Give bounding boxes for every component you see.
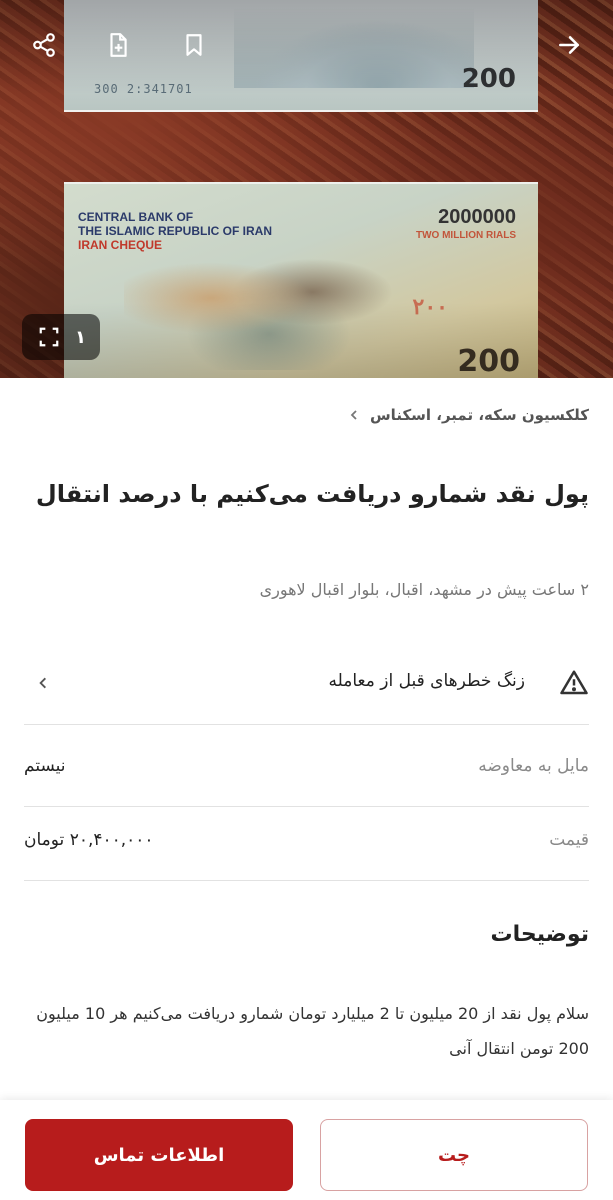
description-title: توضیحات: [490, 922, 589, 947]
banknote-bank-name: CENTRAL BANK OF THE ISLAMIC REPUBLIC OF …: [78, 210, 272, 238]
banknote-value: 200: [461, 64, 516, 94]
share-icon: [33, 33, 55, 57]
listing-meta: ۲ ساعت پیش در مشهد، اقبال، بلوار اقبال ل…: [259, 580, 589, 599]
banknote-artwork: [124, 250, 414, 370]
bookmark-button[interactable]: [174, 25, 214, 65]
banknote-value: 200: [457, 344, 520, 378]
bookmark-icon: [186, 34, 202, 56]
banknote-cheque-label: IRAN CHEQUE: [78, 238, 163, 252]
exchange-row: مایل به معاوضه نیستم: [24, 744, 589, 794]
price-row: قیمت ۲۰,۴۰۰,۰۰۰ تومان: [24, 818, 589, 868]
note-add-icon: [110, 33, 127, 57]
exchange-value: نیستم: [24, 756, 66, 776]
chevron-left-icon: [39, 677, 46, 689]
warning-icon: [560, 670, 588, 695]
risk-warning-label: زنگ خطرهای قبل از معامله: [328, 671, 525, 691]
divider: [24, 724, 589, 725]
banknote-watermark: ۲۰۰: [412, 294, 448, 319]
chat-button[interactable]: چت: [320, 1119, 588, 1191]
risk-warning-link[interactable]: زنگ خطرهای قبل از معامله: [24, 644, 589, 724]
price-label: قیمت: [549, 830, 589, 850]
breadcrumb-category[interactable]: کلکسیون سکه، تمبر، اسکناس: [370, 406, 589, 424]
chevron-left-icon: [350, 410, 357, 420]
description-text: سلام پول نقد از 20 میلیون تا 2 میلیارد ت…: [36, 1004, 589, 1058]
bank-name-line1: CENTRAL BANK OF: [78, 210, 194, 224]
divider: [24, 880, 589, 881]
action-bar: اطلاعات تماس چت: [0, 1100, 613, 1200]
divider: [24, 806, 589, 807]
banknote-image-bottom: CENTRAL BANK OF THE ISLAMIC REPUBLIC OF …: [64, 182, 538, 378]
listing-title: پول نقد شمارو دریافت می‌کنیم با درصد انت…: [35, 480, 589, 508]
photo-counter[interactable]: ۱: [22, 314, 100, 360]
price-value: ۲۰,۴۰۰,۰۰۰ تومان: [24, 830, 154, 850]
fullscreen-icon: [39, 327, 59, 347]
banknote-serial: 300 2:341701: [94, 82, 193, 96]
mosque-illustration: [234, 8, 474, 88]
contact-info-button[interactable]: اطلاعات تماس: [25, 1119, 293, 1191]
breadcrumb[interactable]: کلکسیون سکه، تمبر، اسکناس: [348, 406, 589, 424]
back-button[interactable]: [549, 25, 589, 65]
photo-count: ۱: [75, 326, 86, 348]
bank-name-line2: THE ISLAMIC REPUBLIC OF IRAN: [78, 224, 272, 238]
banknote-amount-words: TWO MILLION RIALS: [416, 230, 516, 241]
exchange-label: مایل به معاوضه: [478, 756, 589, 776]
banknote-amount: 2000000: [438, 206, 516, 228]
share-button[interactable]: [24, 25, 64, 65]
arrow-right-icon: [559, 36, 579, 54]
add-note-button[interactable]: [98, 25, 138, 65]
